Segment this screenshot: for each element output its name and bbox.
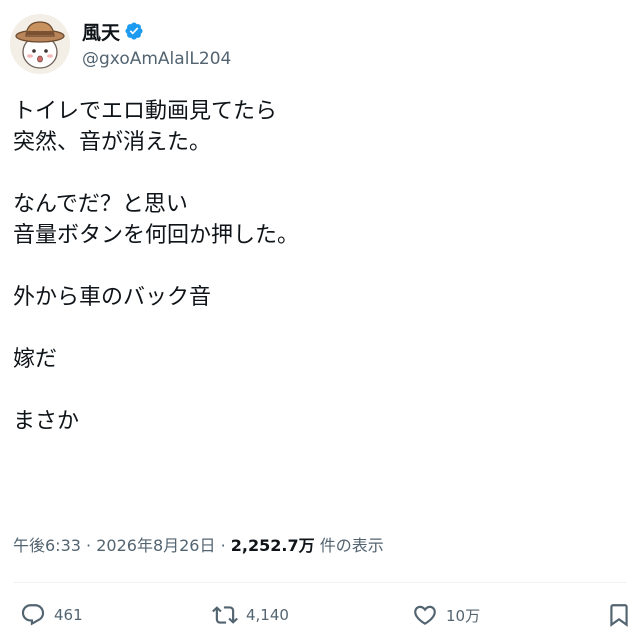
verified-badge-icon bbox=[125, 22, 143, 40]
action-bar: 461 4,140 10万 bbox=[20, 602, 632, 634]
tweet-meta: 午後6:33 · 2026年8月26日 · 2,252.7万 件の表示 bbox=[13, 532, 384, 556]
views-label: 件の表示 bbox=[319, 536, 384, 555]
retweet-button[interactable]: 4,140 bbox=[212, 602, 289, 628]
retweet-count: 4,140 bbox=[246, 606, 289, 624]
meta-separator: · bbox=[220, 536, 226, 555]
tweet-line: 外から車のバック音 bbox=[13, 285, 212, 310]
views-count: 2,252.7万 bbox=[230, 536, 315, 555]
tweet-header: 風天 @gxoAmAlalL204 bbox=[10, 12, 231, 76]
tweet-line bbox=[13, 158, 623, 189]
bookmark-icon bbox=[610, 604, 628, 627]
tweet-line: 嫁だ bbox=[13, 347, 58, 372]
like-button[interactable]: 10万 bbox=[412, 602, 480, 628]
display-name[interactable]: 風天 bbox=[82, 18, 120, 45]
tweet-line bbox=[13, 251, 623, 282]
name-block: 風天 @gxoAmAlalL204 bbox=[82, 18, 231, 70]
cartoon-face-with-hat-avatar-icon bbox=[10, 14, 70, 74]
tweet-line bbox=[13, 313, 623, 344]
tweet-line: 突然、音が消えた。 bbox=[13, 130, 212, 155]
retweet-icon bbox=[212, 606, 238, 624]
bookmark-button[interactable] bbox=[606, 602, 632, 628]
tweet: 風天 @gxoAmAlalL204 トイレでエロ動画見てたら 突然、音が消えた。… bbox=[0, 0, 640, 640]
tweet-text: トイレでエロ動画見てたら 突然、音が消えた。 なんでだ？と思い 音量ボタンを何回… bbox=[13, 96, 623, 437]
tweet-line: なんでだ？と思い bbox=[13, 192, 188, 217]
tweet-line: まさか bbox=[13, 409, 80, 434]
user-handle[interactable]: @gxoAmAlalL204 bbox=[82, 49, 231, 69]
reply-icon bbox=[21, 604, 45, 626]
name-row: 風天 bbox=[82, 18, 231, 45]
tweet-line: 音量ボタンを何回か押した。 bbox=[13, 223, 300, 248]
avatar[interactable] bbox=[10, 14, 70, 74]
tweet-line: トイレでエロ動画見てたら bbox=[13, 99, 278, 124]
reply-button[interactable]: 461 bbox=[20, 602, 83, 628]
tweet-time[interactable]: 午後6:33 bbox=[13, 536, 81, 555]
tweet-line bbox=[13, 375, 623, 406]
divider bbox=[13, 582, 627, 583]
meta-separator: · bbox=[86, 536, 92, 555]
heart-icon bbox=[414, 605, 436, 625]
like-count: 10万 bbox=[446, 606, 481, 625]
reply-count: 461 bbox=[54, 606, 83, 624]
tweet-date[interactable]: 2026年8月26日 bbox=[96, 536, 215, 555]
